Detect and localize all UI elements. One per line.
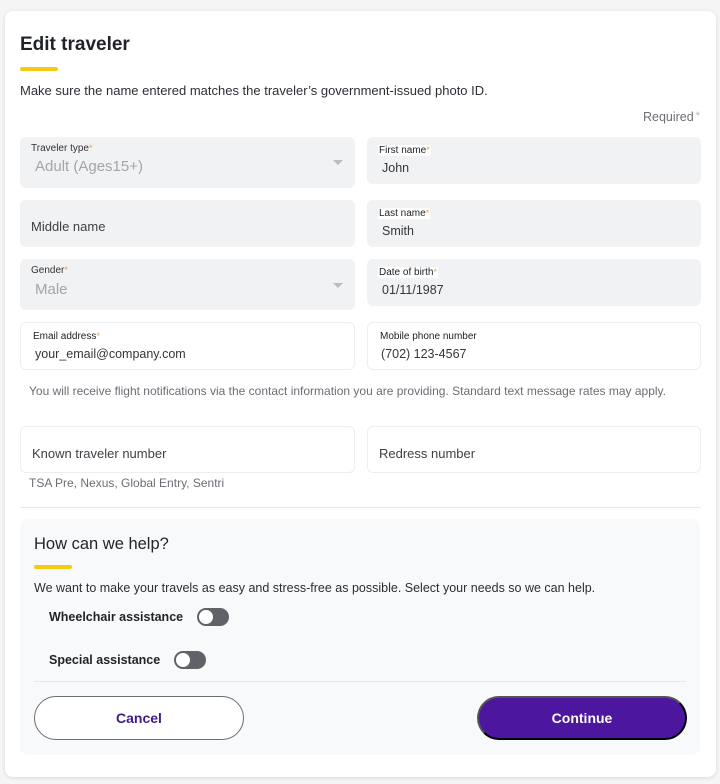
known-traveler-number-field[interactable]: Known traveler number [20, 426, 355, 473]
email-value: your_email@company.com [35, 347, 186, 361]
traveler-type-value: Adult (Ages15+) [35, 158, 143, 175]
traveler-type-label: Traveler type* [31, 143, 93, 154]
page-title: Edit traveler [20, 34, 130, 55]
redress-placeholder: Redress number [379, 446, 476, 461]
wheelchair-assistance-label: Wheelchair assistance [49, 610, 184, 624]
email-label: Email address* [32, 331, 101, 342]
gender-value: Male [35, 281, 68, 298]
required-label: Required [642, 110, 694, 124]
chevron-down-icon [333, 283, 343, 288]
last-name-field[interactable]: Last name* Smith [367, 200, 701, 247]
toggle-knob [198, 609, 215, 625]
wheelchair-assistance-row: Wheelchair assistance [49, 608, 230, 626]
title-accent-bar [20, 67, 58, 71]
continue-button[interactable]: Continue [477, 696, 687, 740]
middle-name-placeholder: Middle name [31, 219, 106, 234]
contact-info-note: You will receive flight notifications vi… [29, 384, 667, 398]
traveler-type-select[interactable]: Traveler type* Adult (Ages15+) [20, 137, 355, 188]
mobile-phone-value: (702) 123-4567 [381, 347, 467, 361]
middle-name-field[interactable]: Middle name [20, 200, 355, 247]
special-assistance-toggle[interactable] [174, 651, 207, 669]
toggle-knob [175, 652, 192, 668]
cancel-button[interactable]: Cancel [34, 696, 244, 740]
chevron-down-icon [333, 160, 343, 165]
gender-select[interactable]: Gender* Male [20, 259, 355, 310]
assistance-section: How can we help? We want to make your tr… [20, 519, 700, 755]
actions-divider [34, 681, 686, 682]
required-note: Required * [643, 110, 700, 124]
assistance-accent-bar [34, 565, 72, 569]
assistance-title: How can we help? [34, 535, 169, 553]
date-of-birth-label: Date of birth* [378, 267, 438, 278]
known-traveler-hint: TSA Pre, Nexus, Global Entry, Sentri [29, 476, 225, 490]
last-name-value: Smith [382, 224, 414, 238]
first-name-value: John [382, 161, 410, 175]
assistance-description: We want to make your travels as easy and… [34, 581, 596, 595]
required-asterisk: * [695, 110, 700, 122]
known-traveler-placeholder: Known traveler number [32, 446, 167, 461]
mobile-phone-label: Mobile phone number [379, 331, 478, 342]
redress-number-field[interactable]: Redress number [367, 426, 701, 473]
section-divider [20, 507, 701, 508]
date-of-birth-field[interactable]: Date of birth* 01/11/1987 [367, 259, 701, 306]
special-assistance-label: Special assistance [49, 653, 161, 667]
first-name-field[interactable]: First name* John [367, 137, 701, 184]
wheelchair-assistance-toggle[interactable] [197, 608, 230, 626]
first-name-label: First name* [378, 145, 431, 156]
mobile-phone-field[interactable]: Mobile phone number (702) 123-4567 [367, 322, 701, 370]
email-field[interactable]: Email address* your_email@company.com [20, 322, 355, 370]
date-of-birth-value: 01/11/1987 [382, 283, 444, 297]
special-assistance-row: Special assistance [49, 651, 207, 669]
subtitle: Make sure the name entered matches the t… [20, 83, 488, 98]
gender-label: Gender* [31, 265, 68, 276]
last-name-label: Last name* [378, 208, 431, 219]
